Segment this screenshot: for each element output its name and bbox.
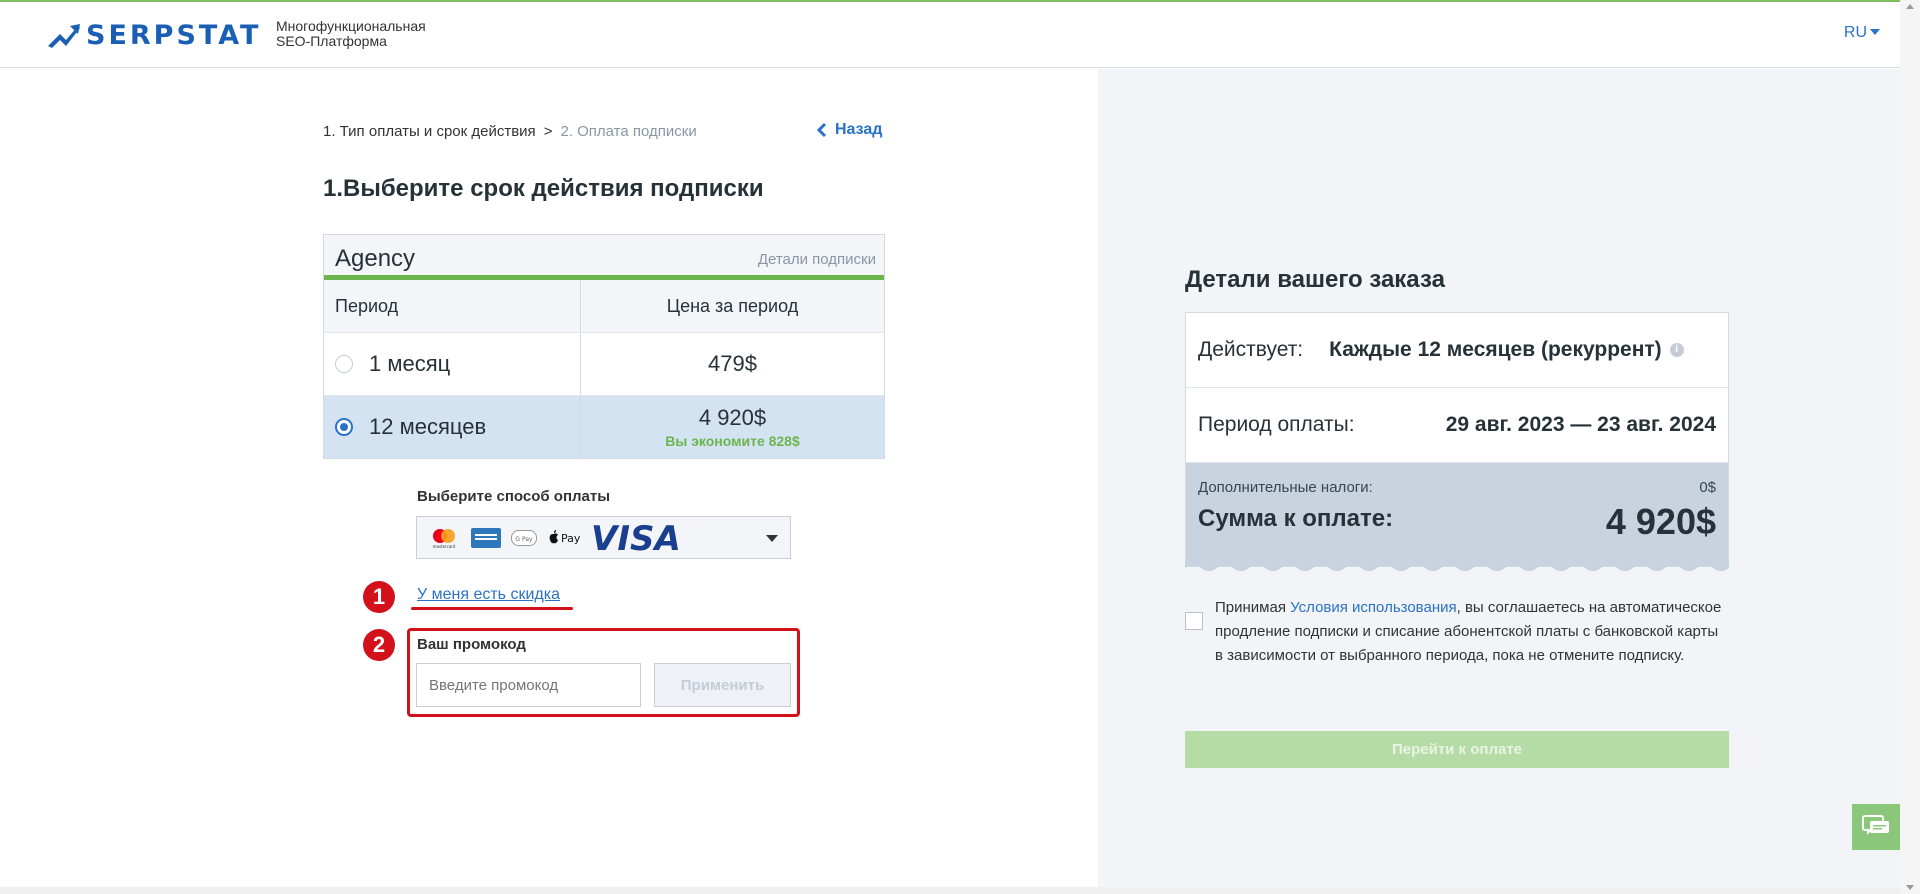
order-valid-label: Действует: bbox=[1198, 338, 1304, 361]
annotation-marker-1: 1 bbox=[363, 581, 395, 613]
order-period-label: Период оплаты: bbox=[1198, 413, 1355, 436]
terms-prefix: Принимая bbox=[1215, 599, 1291, 616]
plan-option-price: 4 920$ bbox=[698, 405, 767, 430]
receipt-wave-edge bbox=[1185, 562, 1729, 571]
logo-icon bbox=[48, 23, 80, 48]
chat-icon bbox=[1862, 815, 1889, 835]
plan-option-12-months[interactable]: 12 месяцев 4 920$ Вы экономите 828$ bbox=[324, 395, 884, 458]
order-period-value: 29 авг. 2023 — 23 авг. 2024 bbox=[1445, 413, 1716, 436]
plan-table: Agency Детали подписки Период Цена за пе… bbox=[323, 234, 885, 459]
tax-value: 0$ bbox=[1699, 479, 1716, 496]
logo-text: SERPSTAT bbox=[86, 20, 262, 51]
logo[interactable]: SERPSTAT bbox=[48, 20, 261, 51]
plan-header: Agency Детали подписки bbox=[324, 235, 884, 280]
apply-promo-button[interactable]: Применить bbox=[654, 663, 791, 707]
column-header-price: Цена за период bbox=[666, 295, 799, 316]
breadcrumb-separator: > bbox=[543, 123, 553, 140]
order-period-row: Период оплаты: 29 авг. 2023 — 23 авг. 20… bbox=[1186, 388, 1728, 463]
plan-option-period-cell: 12 месяцев bbox=[324, 396, 581, 458]
breadcrumb: 1. Тип оплаты и срок действия >2. Оплата … bbox=[323, 123, 697, 140]
column-header-period: Период bbox=[324, 280, 581, 332]
scroll-up-icon[interactable] bbox=[1906, 4, 1914, 9]
chat-button[interactable] bbox=[1852, 804, 1900, 850]
promo-input[interactable] bbox=[416, 663, 641, 707]
tagline-line2: SEO-Платформа bbox=[276, 33, 387, 49]
promo-label: Ваш промокод bbox=[417, 636, 526, 653]
tagline: Многофункциональная SEO-Платформа bbox=[276, 19, 426, 49]
plan-option-1-month[interactable]: 1 месяц 479$ bbox=[324, 332, 884, 395]
plan-table-header: Период Цена за период bbox=[324, 280, 884, 332]
plan-option-price: 479$ bbox=[708, 351, 757, 376]
order-title: Детали вашего заказа bbox=[1185, 266, 1445, 293]
chevron-down-icon bbox=[766, 535, 778, 542]
annotation-marker-2: 2 bbox=[363, 629, 395, 661]
vertical-scrollbar[interactable] bbox=[1900, 0, 1920, 894]
info-icon[interactable]: i bbox=[1669, 343, 1684, 357]
payment-method-select[interactable]: mastercard G Pay Pay VISA bbox=[416, 516, 791, 559]
terms-agreement: Принимая Условия использования, вы согла… bbox=[1185, 596, 1729, 668]
gpay-icon: G Pay bbox=[511, 529, 537, 546]
proceed-to-payment-button[interactable]: Перейти к оплате bbox=[1185, 731, 1729, 768]
terms-link[interactable]: Условия использования bbox=[1290, 599, 1457, 616]
back-label: Назад bbox=[835, 121, 883, 138]
applepay-icon: Pay bbox=[547, 528, 581, 548]
tagline-line1: Многофункциональная bbox=[276, 18, 426, 34]
terms-text: Принимая Условия использования, вы согла… bbox=[1215, 596, 1729, 668]
back-button[interactable]: Назад bbox=[817, 121, 882, 139]
applepay-text: Pay bbox=[561, 532, 581, 545]
mastercard-icon: mastercard bbox=[427, 527, 461, 549]
savings-label: Вы экономите 828$ bbox=[665, 433, 800, 449]
order-valid-value: Каждые 12 месяцев (рекуррент) bbox=[1329, 338, 1662, 361]
order-summary: Действует: Каждые 12 месяцев (рекуррент)… bbox=[1185, 312, 1729, 567]
language-selector[interactable]: RU bbox=[1844, 24, 1880, 42]
plan-details-link[interactable]: Детали подписки bbox=[758, 251, 876, 268]
total-label: Сумма к оплате: bbox=[1198, 505, 1394, 532]
total-value: 4 920$ bbox=[1605, 501, 1716, 542]
discount-link[interactable]: У меня есть скидка bbox=[417, 586, 560, 604]
terms-checkbox[interactable] bbox=[1185, 612, 1203, 630]
radio-12-months[interactable] bbox=[335, 418, 353, 436]
chevron-left-icon bbox=[817, 122, 827, 138]
scroll-down-icon[interactable] bbox=[1906, 885, 1914, 890]
order-total: Дополнительные налоги: 0$ Сумма к оплате… bbox=[1186, 463, 1728, 566]
horizontal-scrollbar[interactable] bbox=[0, 887, 1900, 894]
breadcrumb-step2: 2. Оплата подписки bbox=[560, 123, 697, 140]
header: SERPSTAT Многофункциональная SEO-Платфор… bbox=[0, 2, 1900, 68]
chevron-down-icon bbox=[1870, 29, 1880, 35]
gpay-text: G Pay bbox=[515, 536, 533, 543]
amex-icon bbox=[471, 527, 501, 548]
plan-option-price-cell: 479$ bbox=[581, 333, 884, 395]
plan-name: Agency bbox=[335, 245, 416, 272]
mastercard-text: mastercard bbox=[433, 544, 456, 549]
plan-option-period: 12 месяцев bbox=[369, 414, 487, 439]
breadcrumb-step1[interactable]: 1. Тип оплаты и срок действия bbox=[323, 123, 536, 140]
page-title: 1.Выберите срок действия подписки bbox=[323, 175, 764, 202]
annotation-underline bbox=[411, 607, 573, 610]
plan-option-price-cell: 4 920$ Вы экономите 828$ bbox=[581, 396, 884, 458]
payment-method-label: Выберите способ оплаты bbox=[417, 488, 611, 505]
plan-option-period-cell: 1 месяц bbox=[324, 333, 581, 395]
language-label: RU bbox=[1843, 24, 1867, 41]
plan-option-period: 1 месяц bbox=[369, 351, 451, 376]
tax-label: Дополнительные налоги: bbox=[1198, 479, 1373, 496]
radio-1-month[interactable] bbox=[335, 355, 353, 373]
order-valid-row: Действует: Каждые 12 месяцев (рекуррент)… bbox=[1186, 313, 1728, 388]
visa-icon: VISA bbox=[591, 522, 689, 554]
visa-text: VISA bbox=[591, 522, 681, 554]
